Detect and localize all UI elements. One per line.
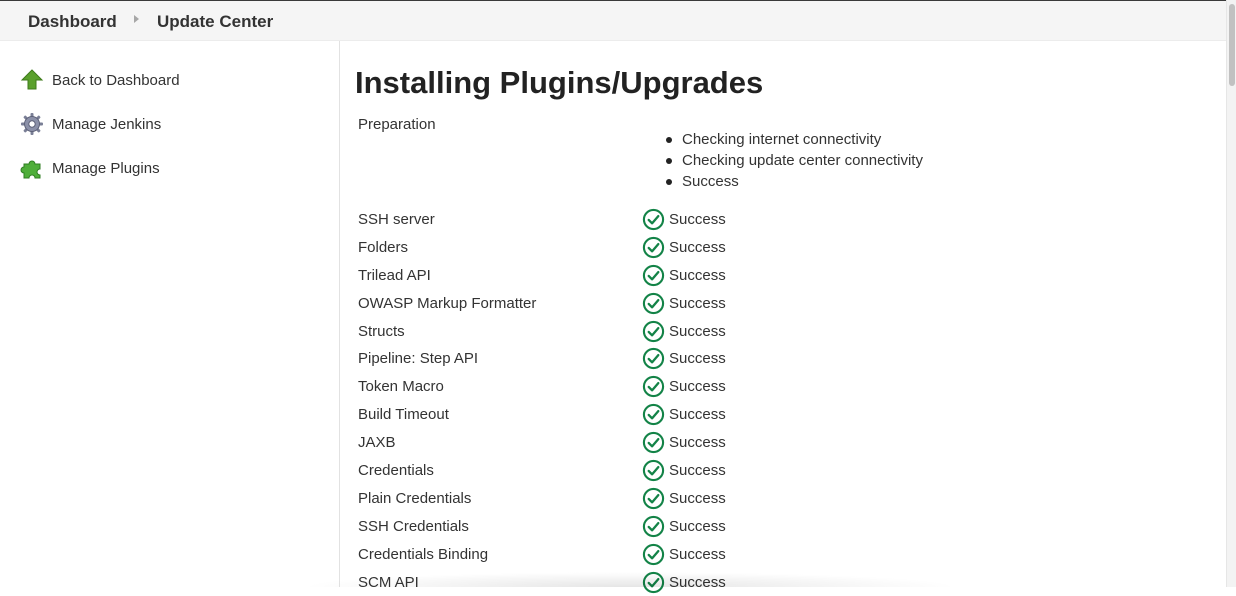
plugin-status: Success [642, 375, 726, 398]
table-row: Structs Success [340, 318, 1226, 346]
success-check-icon [642, 264, 665, 286]
success-check-icon [642, 292, 665, 314]
sidebar-item-label: Back to Dashboard [52, 71, 180, 89]
plugin-name: Build Timeout [358, 406, 449, 424]
breadcrumb-dashboard[interactable]: Dashboard [28, 12, 117, 32]
plugin-name: Token Macro [358, 378, 444, 396]
plugin-status: Success [642, 208, 726, 231]
breadcrumb-update-center[interactable]: Update Center [157, 12, 273, 32]
status-text: Success [669, 211, 726, 228]
scrollbar[interactable] [1226, 0, 1236, 587]
success-check-icon [642, 431, 665, 454]
plugin-status: Success [642, 487, 726, 510]
plugin-name: Plain Credentials [358, 489, 472, 507]
status-text: Success [669, 294, 726, 312]
table-row: JAXB Success [340, 429, 1226, 457]
status-text: Success [669, 350, 726, 368]
plugin-name: Trilead API [358, 266, 431, 284]
plugin-status: Success [642, 403, 726, 426]
table-row: Credentials Success [340, 457, 1226, 485]
plugin-name: Credentials Binding [358, 545, 489, 563]
status-text: Success [669, 517, 726, 535]
success-check-icon [642, 543, 665, 565]
list-item: Success [666, 171, 923, 192]
success-check-icon [642, 376, 665, 398]
plugin-status: Success [642, 459, 726, 482]
list-item: Checking update center connectivity [666, 150, 923, 171]
plugin-name: Structs [358, 322, 405, 340]
plugin-status: Success [642, 236, 726, 259]
sidebar-item-back-to-dashboard[interactable]: Back to Dashboard [20, 67, 180, 93]
plugin-status: Success [642, 543, 726, 566]
sidebar-item-manage-jenkins[interactable]: Manage Jenkins [20, 111, 161, 137]
status-text: Success [669, 378, 726, 396]
breadcrumb: Dashboard Update Center [0, 1, 1226, 41]
plugin-status: Success [642, 571, 726, 594]
table-row: Trilead API Success [340, 262, 1226, 290]
status-text: Success [669, 462, 726, 480]
status-text: Success [669, 406, 726, 424]
status-text: Success [669, 489, 726, 507]
status-text: Success [669, 434, 726, 452]
table-row: Token Macro Success [340, 373, 1226, 401]
success-check-icon [642, 571, 665, 593]
table-row: SCM API Success [340, 569, 1226, 596]
sidebar-item-manage-plugins[interactable]: Manage Plugins [20, 155, 160, 181]
table-row: Pipeline: Step API Success [340, 345, 1226, 373]
plugin-status: Success [642, 347, 726, 370]
plugin-status: Success [642, 264, 726, 287]
plugin-status: Success [642, 320, 726, 343]
table-row: Folders Success [340, 234, 1226, 262]
breadcrumb-separator-icon [134, 15, 139, 23]
plugin-name: Credentials [358, 462, 434, 480]
success-check-icon [642, 236, 665, 259]
puzzle-piece-icon [20, 156, 44, 180]
success-check-icon [642, 348, 665, 370]
table-row: Credentials Binding Success [340, 541, 1226, 569]
preparation-label: Preparation [358, 116, 436, 133]
success-check-icon [642, 515, 665, 537]
success-check-icon [642, 208, 665, 231]
plugin-name: OWASP Markup Formatter [358, 294, 537, 312]
status-text: Success [669, 573, 726, 591]
plugin-status: Success [642, 292, 726, 315]
plugin-name: Folders [358, 238, 409, 256]
success-check-icon [642, 320, 665, 342]
scrollbar-thumb[interactable] [1229, 4, 1235, 86]
success-check-icon [642, 487, 665, 510]
plugin-name: SSH Credentials [358, 517, 469, 535]
preparation-steps: Checking internet connectivity Checking … [666, 129, 923, 192]
status-text: Success [669, 238, 726, 256]
table-row: OWASP Markup Formatter Success [340, 290, 1226, 318]
table-row: SSH server Success [340, 206, 1226, 234]
plugin-name: JAXB [358, 434, 396, 452]
status-text: Success [669, 545, 726, 563]
plugin-name: SSH server [358, 211, 435, 228]
success-check-icon [642, 459, 665, 482]
plugin-status: Success [642, 515, 726, 538]
plugin-name: SCM API [358, 573, 419, 591]
table-row: Plain Credentials Success [340, 485, 1226, 513]
plugin-status-list: SSH server Success Folders Success Trilead A… [340, 206, 1226, 596]
page-title: Installing Plugins/Upgrades [355, 65, 764, 100]
gear-icon [20, 112, 44, 136]
plugin-status: Success [642, 431, 726, 454]
table-row: SSH Credentials Success [340, 513, 1226, 541]
table-row: Build Timeout Success [340, 401, 1226, 429]
main-content: Installing Plugins/Upgrades Preparation … [340, 41, 1226, 593]
status-text: Success [669, 266, 726, 284]
sidebar: Back to Dashboard Manage Jenkins Manage … [0, 41, 340, 587]
status-text: Success [669, 322, 726, 340]
sidebar-item-label: Manage Jenkins [52, 115, 162, 133]
up-arrow-icon [20, 68, 44, 92]
list-item: Checking internet connectivity [666, 129, 923, 150]
sidebar-item-label: Manage Plugins [52, 159, 160, 177]
plugin-name: Pipeline: Step API [358, 350, 479, 368]
success-check-icon [642, 404, 665, 426]
